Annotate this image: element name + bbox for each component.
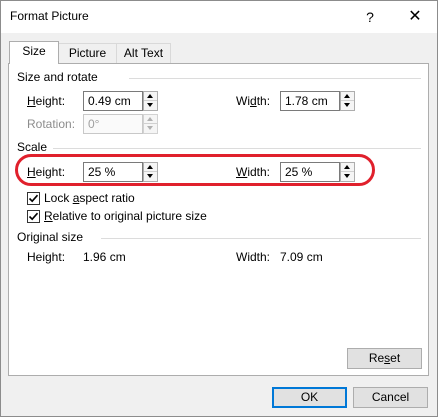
relative-original-label: Relative to original picture size <box>44 209 207 223</box>
checkmark-icon <box>28 194 39 203</box>
size-and-rotate-heading: Size and rotate <box>17 70 98 84</box>
close-button[interactable]: ✕ <box>397 1 433 33</box>
lock-aspect-label: Lock aspect ratio <box>44 191 135 205</box>
original-height-value: 1.96 cm <box>83 250 126 264</box>
size-width-label: Width: <box>236 94 271 108</box>
lock-aspect-checkbox[interactable] <box>27 192 40 205</box>
original-size-heading: Original size <box>17 230 84 244</box>
spin-up-icon[interactable] <box>144 92 157 101</box>
original-height-label: Height: <box>27 250 66 264</box>
original-width-label: Width: <box>236 250 271 264</box>
section-divider <box>53 148 421 149</box>
size-width-input[interactable]: 1.78 cm <box>280 91 340 111</box>
rotation-spinner <box>143 114 158 134</box>
spin-up-icon[interactable] <box>341 92 354 101</box>
rotation-label: Rotation: <box>27 117 76 131</box>
spin-up-icon <box>144 115 157 124</box>
help-button[interactable]: ? <box>355 1 385 33</box>
original-width-value: 7.09 cm <box>280 250 323 264</box>
scale-heading: Scale <box>17 140 48 154</box>
cancel-button[interactable]: Cancel <box>353 387 428 408</box>
reset-button[interactable]: Reset <box>347 348 422 369</box>
rotation-input: 0° <box>83 114 143 134</box>
ok-button[interactable]: OK <box>272 387 347 408</box>
section-divider <box>101 238 421 239</box>
size-height-input[interactable]: 0.49 cm <box>83 91 143 111</box>
size-height-spinner[interactable] <box>143 91 158 111</box>
size-height-label: Height: <box>27 94 66 108</box>
spin-down-icon <box>144 124 157 133</box>
format-picture-dialog: Format Picture ? ✕ Size Picture Alt Text… <box>0 0 438 417</box>
tab-alt-text[interactable]: Alt Text <box>116 43 171 63</box>
spin-down-icon[interactable] <box>341 101 354 110</box>
section-divider <box>129 78 421 79</box>
tab-picture[interactable]: Picture <box>58 43 117 63</box>
title-bar: Format Picture ? ✕ <box>1 1 437 33</box>
spin-down-icon[interactable] <box>144 101 157 110</box>
dialog-title: Format Picture <box>10 9 89 23</box>
relative-original-checkbox[interactable] <box>27 210 40 223</box>
tab-size[interactable]: Size <box>9 41 59 64</box>
annotation-highlight <box>15 154 375 186</box>
size-width-spinner[interactable] <box>340 91 355 111</box>
checkmark-icon <box>28 212 39 221</box>
